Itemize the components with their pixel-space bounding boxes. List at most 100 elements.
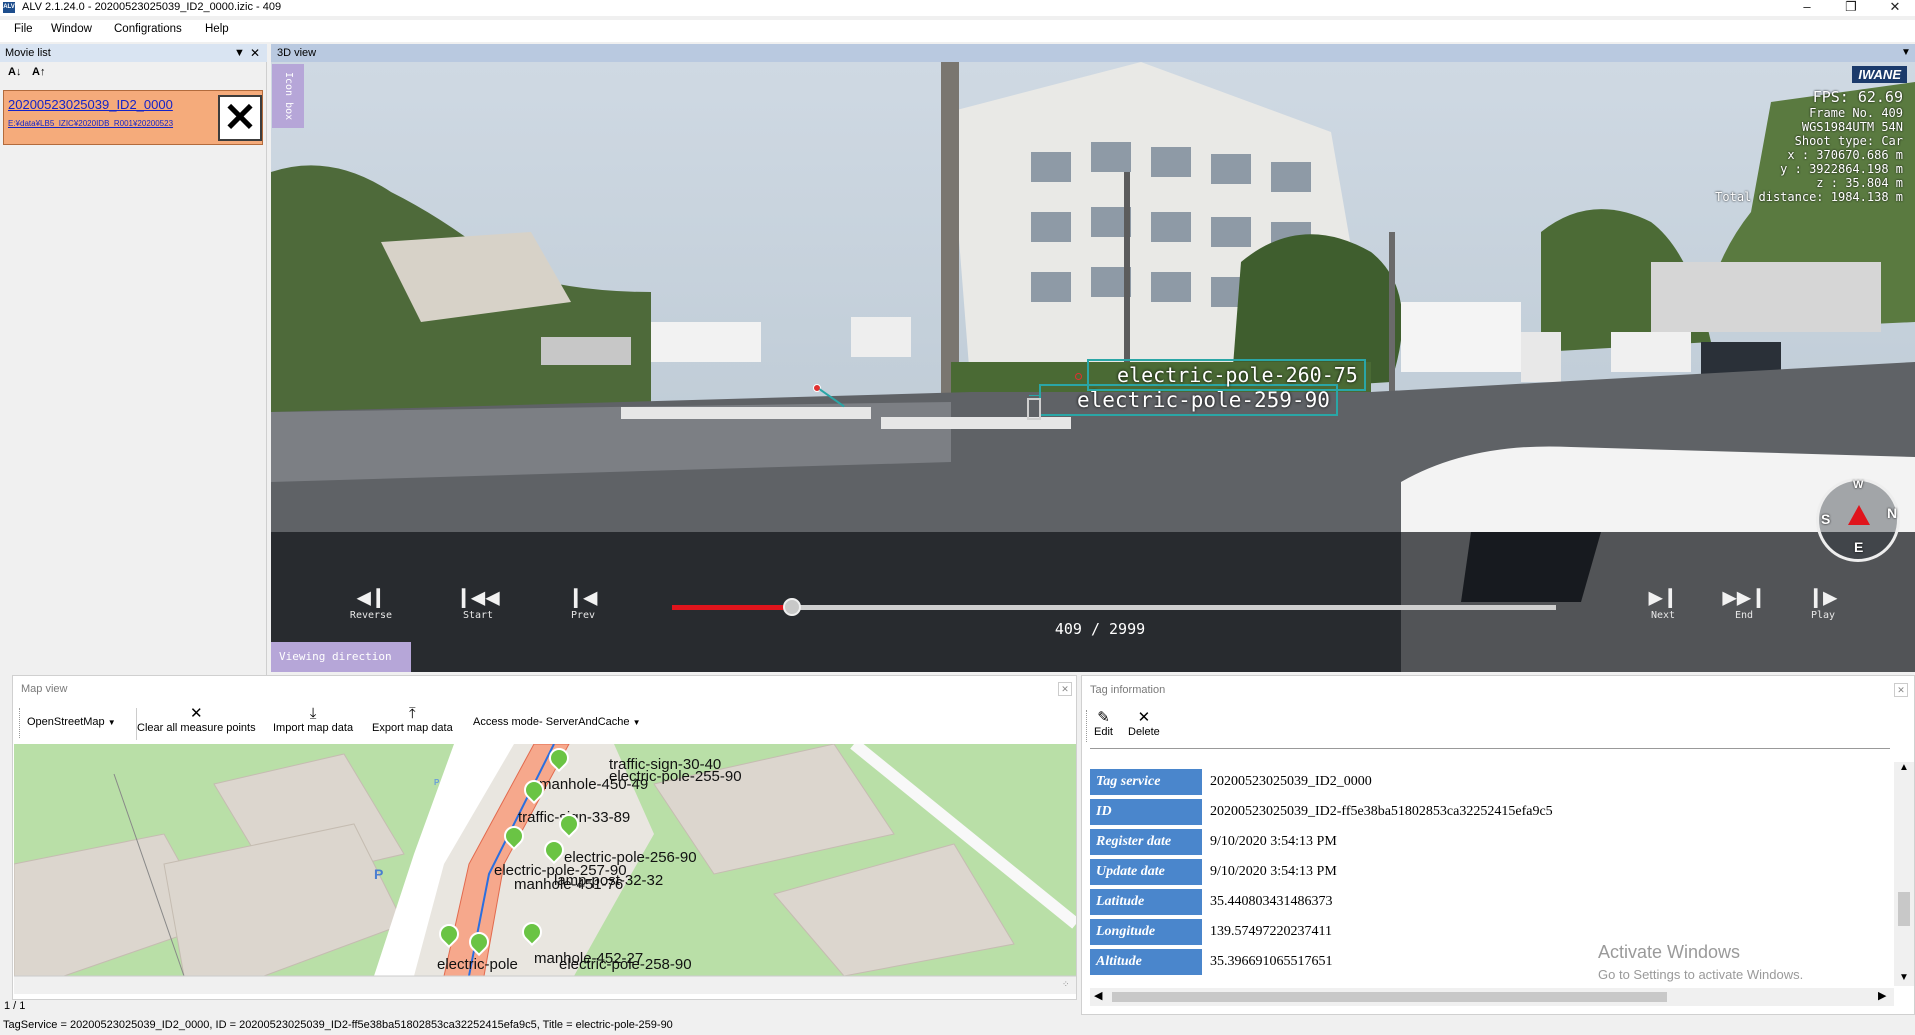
hud-fps: FPS: 62.69 (1812, 88, 1903, 106)
reverse-button[interactable]: ◀❙ Reverse (341, 584, 401, 621)
icon-box-tab[interactable]: Icon box (272, 64, 304, 128)
menu-help[interactable]: Help (205, 23, 229, 35)
window-title: ALV 2.1.24.0 - 20200523025039_ID2_0000.i… (22, 1, 282, 13)
property-value[interactable]: 139.57497220237411 (1210, 919, 1332, 945)
property-value[interactable]: 35.440803431486373 (1210, 889, 1333, 915)
map-label-electric-pole[interactable]: electric-pole (437, 956, 518, 973)
tag-connector (1029, 395, 1039, 396)
parking-icon: P (374, 866, 384, 882)
pole-icon (1027, 398, 1041, 420)
map-view-title: Map view (21, 683, 68, 695)
edit-button[interactable]: ✎ Edit (1094, 710, 1113, 739)
import-label: Import map data (273, 722, 354, 734)
tag-label-electric-pole-260-75[interactable]: electric-pole-260-75 (1087, 359, 1366, 391)
close-panel-icon[interactable]: ✕ (1058, 682, 1072, 696)
next-button[interactable]: ▶❙ Next (1641, 584, 1685, 621)
start-button[interactable]: ❙◀◀ Start (453, 584, 503, 621)
pin-icon[interactable]: ▼ (234, 44, 245, 62)
export-map-data-button[interactable]: ⤒ Export map data (372, 706, 453, 735)
movie-list-header: Movie list ▼ ✕ (0, 44, 267, 62)
menu-configrations[interactable]: Configrations (114, 23, 182, 35)
map-label-manhole-451-76[interactable]: manhole-451-76 (514, 876, 623, 893)
close-panel-icon[interactable]: ✕ (250, 44, 260, 62)
close-icon: ✕ (1137, 709, 1151, 726)
tag-horizontal-scrollbar[interactable]: ◀ ▶ (1090, 988, 1894, 1006)
menu-bar: File Window Configrations Help (0, 20, 1915, 42)
property-value[interactable]: 35.396691065517651 (1210, 949, 1333, 975)
compass-top-letter: W (1853, 479, 1864, 491)
viewing-direction-button[interactable]: Viewing direction (271, 642, 411, 672)
clear-measure-points-button[interactable]: ✕ Clear all measure points (137, 706, 256, 735)
scroll-up-icon[interactable]: ▲ (1899, 762, 1909, 773)
tag-information-header: Tag information ✕ (1082, 676, 1914, 704)
menu-window[interactable]: Window (51, 23, 92, 35)
scroll-thumb[interactable] (1112, 992, 1667, 1002)
property-key: Register date (1090, 829, 1202, 855)
property-value[interactable]: 20200523025039_ID2-ff5e38ba51802853ca322… (1210, 799, 1553, 825)
access-mode-label: Access mode- ServerAndCache (473, 716, 630, 728)
prev-button[interactable]: ❙◀ Prev (561, 584, 605, 621)
restore-icon[interactable]: ❐ (1834, 0, 1868, 15)
movie-list-item[interactable]: 20200523025039_ID2_0000 E:¥data¥LB5_IZIC… (3, 90, 263, 145)
street-scene[interactable]: IWANE FPS: 62.69 Frame No. 409 WGS1984UT… (271, 62, 1915, 672)
app-icon: ALV (3, 2, 15, 13)
sort-ascending-icon[interactable]: A↓ (8, 66, 21, 78)
property-row: Update date 9/10/2020 3:54:13 PM (1090, 859, 1890, 887)
tag-marker-icon[interactable] (1075, 373, 1082, 380)
movie-item-path[interactable]: E:¥data¥LB5_IZIC¥2020IDB_R001¥20200523 (8, 119, 218, 128)
view3d-title: 3D view (277, 47, 317, 59)
scroll-thumb[interactable] (1898, 892, 1910, 926)
scroll-right-icon[interactable]: ▶ (1878, 989, 1886, 1002)
property-value[interactable]: 9/10/2020 3:54:13 PM (1210, 829, 1337, 855)
tag-vertical-scrollbar[interactable]: ▲ ▼ (1894, 762, 1914, 986)
property-row: Tag service 20200523025039_ID2_0000 (1090, 769, 1890, 797)
map-label-electric-pole-255-90[interactable]: electric-pole-255-90 (609, 768, 742, 785)
timeline-track[interactable] (672, 605, 1556, 610)
iwane-logo: IWANE (1852, 66, 1907, 83)
compass-right-letter: N (1887, 505, 1898, 521)
access-mode-dropdown[interactable]: Access mode- ServerAndCache ▼ (473, 716, 641, 728)
menu-file[interactable]: File (14, 23, 33, 35)
title-bar: ALV ALV 2.1.24.0 - 20200523025039_ID2_00… (0, 0, 1915, 16)
play-icon: ❙▶ (1808, 583, 1838, 611)
status-bar: TagService = 20200523025039_ID2_0000, ID… (0, 1016, 1915, 1035)
map-toolbar: OpenStreetMap ▼ ✕ Clear all measure poin… (13, 702, 1076, 742)
end-label: End (1734, 610, 1754, 621)
property-key: Tag service (1090, 769, 1202, 795)
watermark-title: Activate Windows (1598, 942, 1741, 962)
hud-frame: Frame No. 409 (1809, 106, 1903, 120)
scroll-left-icon[interactable]: ◀ (1094, 989, 1102, 1002)
page-indicator: 1 / 1 (4, 1000, 26, 1012)
resize-grip-icon[interactable]: ⁘ (1062, 979, 1070, 990)
export-label: Export map data (372, 722, 453, 734)
property-key: Longitude (1090, 919, 1202, 945)
reverse-label: Reverse (349, 610, 393, 621)
minimize-icon[interactable]: – (1790, 0, 1824, 15)
property-value[interactable]: 20200523025039_ID2_0000 (1210, 769, 1372, 795)
import-map-data-button[interactable]: ⤓ Import map data (273, 706, 354, 735)
tile-source-dropdown[interactable]: OpenStreetMap ▼ (27, 716, 116, 728)
watermark-subtitle: Go to Settings to activate Windows. (1598, 967, 1804, 982)
property-row: ID 20200523025039_ID2-ff5e38ba51802853ca… (1090, 799, 1890, 827)
map-horizontal-scrollbar[interactable]: ⁘ (14, 976, 1076, 994)
delete-button[interactable]: ✕ Delete (1128, 709, 1160, 739)
chevron-down-icon: ▼ (107, 718, 116, 727)
close-window-icon[interactable]: ✕ (1878, 0, 1912, 15)
hud-shoot-type: Shoot type: Car (1794, 134, 1903, 148)
sort-descending-icon[interactable]: A↑ (32, 66, 45, 78)
close-panel-icon[interactable]: ✕ (1894, 683, 1908, 697)
tag-information-title: Tag information (1090, 684, 1166, 696)
map-canvas[interactable]: P P manhole-450-49 traffic-sign-30-40 el… (14, 744, 1076, 976)
pin-icon[interactable]: ▼ (1901, 44, 1911, 62)
end-button[interactable]: ▶▶❙ End (1719, 584, 1769, 621)
compass-left-letter: S (1821, 511, 1831, 527)
remove-movie-icon[interactable]: ✕ (218, 95, 262, 141)
map-label-electric-pole-258-90[interactable]: electric-pole-258-90 (559, 956, 692, 973)
delete-label: Delete (1128, 726, 1160, 738)
play-button[interactable]: ❙▶ Play (1801, 584, 1845, 621)
skip-end-icon: ▶▶❙ (1722, 583, 1766, 611)
movie-item-name[interactable]: 20200523025039_ID2_0000 (8, 97, 173, 112)
scroll-down-icon[interactable]: ▼ (1899, 972, 1909, 983)
property-value[interactable]: 9/10/2020 3:54:13 PM (1210, 859, 1337, 885)
hud-z: z : 35.804 m (1816, 176, 1903, 190)
